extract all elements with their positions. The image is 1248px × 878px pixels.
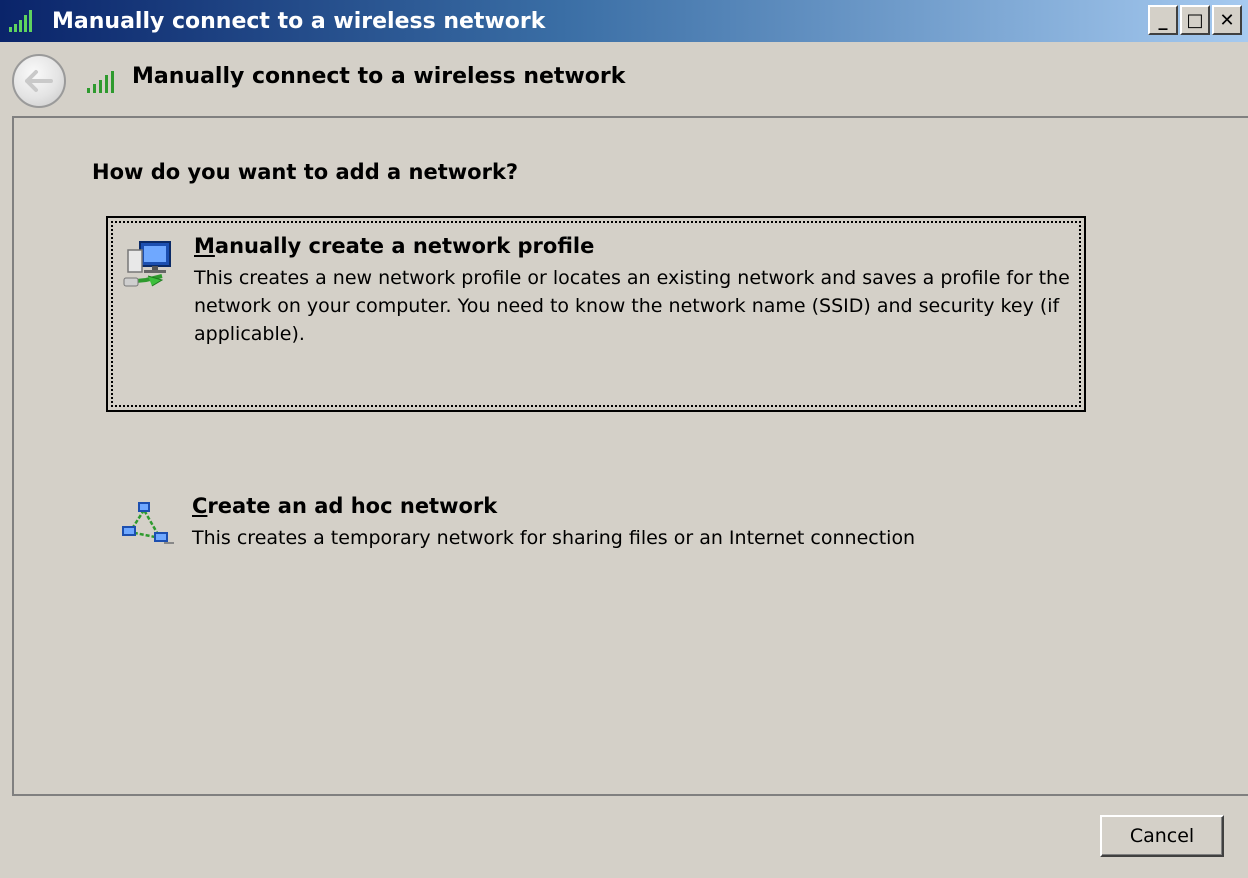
option-title: Create an ad hoc network bbox=[192, 494, 497, 518]
option-description: This creates a new network profile or lo… bbox=[194, 267, 1070, 345]
content-panel: How do you want to add a network? Manual… bbox=[12, 116, 1248, 796]
maximize-button[interactable]: □ bbox=[1180, 5, 1210, 35]
back-arrow-icon bbox=[25, 70, 53, 92]
title-bar: Manually connect to a wireless network _… bbox=[0, 0, 1248, 42]
back-button[interactable] bbox=[12, 54, 66, 108]
minimize-button[interactable]: _ bbox=[1148, 5, 1178, 35]
manual-profile-option[interactable]: Manually create a network profile This c… bbox=[106, 216, 1086, 412]
option-title-text: anually create a network profile bbox=[214, 234, 595, 258]
minimize-icon: _ bbox=[1158, 9, 1168, 31]
adhoc-network-option[interactable]: Create an ad hoc network This creates a … bbox=[106, 488, 1086, 568]
adhoc-network-icon bbox=[122, 502, 174, 544]
network-computer-icon bbox=[123, 241, 171, 287]
option-title: Manually create a network profile bbox=[194, 234, 594, 258]
close-button[interactable]: ✕ bbox=[1212, 5, 1242, 35]
wizard-header: Manually connect to a wireless network bbox=[0, 42, 1248, 116]
question-heading: How do you want to add a network? bbox=[92, 160, 519, 184]
accelerator-key: M bbox=[194, 234, 215, 258]
option-title-text: reate an ad hoc network bbox=[207, 494, 498, 518]
window-title: Manually connect to a wireless network bbox=[52, 8, 546, 34]
close-icon: ✕ bbox=[1219, 9, 1235, 31]
page-title: Manually connect to a wireless network bbox=[132, 64, 626, 89]
maximize-icon: □ bbox=[1186, 9, 1204, 31]
cancel-button[interactable]: Cancel bbox=[1100, 815, 1224, 857]
accelerator-key: C bbox=[192, 494, 208, 518]
wireless-signal-icon bbox=[87, 71, 114, 93]
option-description: This creates a temporary network for sha… bbox=[192, 527, 916, 549]
wireless-signal-icon bbox=[8, 5, 50, 37]
